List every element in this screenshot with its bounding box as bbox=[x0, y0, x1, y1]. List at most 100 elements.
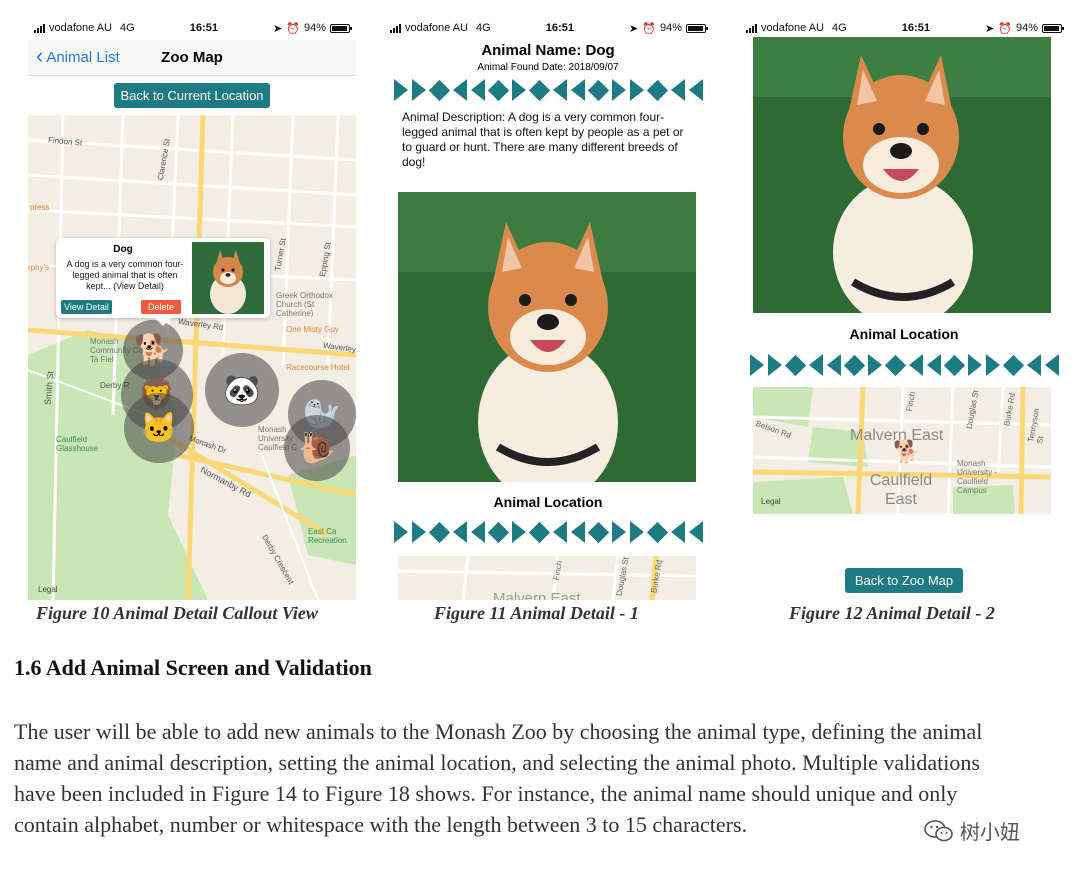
divider-shape bbox=[629, 79, 644, 101]
divider-shape bbox=[867, 354, 882, 376]
callout-title: Dog bbox=[113, 244, 133, 255]
divider-shape bbox=[908, 354, 923, 376]
map-label-racecourse: Racecourse Hotel bbox=[286, 363, 350, 372]
location-heading: Animal Location bbox=[493, 494, 603, 510]
divider-shape bbox=[843, 354, 865, 376]
battery-icon bbox=[1042, 23, 1064, 33]
animal-location-map[interactable]: Belson Rd Finch Douglas St Burke Rd Tenn… bbox=[753, 387, 1051, 514]
divider-shape bbox=[487, 79, 509, 101]
map-marker-cat[interactable]: 🐱 bbox=[124, 393, 194, 463]
divider-shape bbox=[688, 79, 703, 101]
alarm-icon: ⏰ bbox=[642, 22, 656, 35]
location-heading: Animal Location bbox=[849, 326, 959, 342]
current-location-button[interactable]: Back to Current Location bbox=[114, 83, 270, 108]
animal-location-map[interactable]: Finch Douglas St Burke Rd Malvern East bbox=[398, 556, 696, 600]
map-marker-panda[interactable]: 🐼 bbox=[205, 353, 279, 427]
phone-figure-12: vodafone AU 4G 16:51 ➤ ⏰ 94% Animal Loca… bbox=[740, 16, 1068, 600]
time-label: 16:51 bbox=[189, 22, 218, 34]
wechat-icon bbox=[924, 819, 953, 841]
map-legal-link[interactable]: Legal bbox=[761, 497, 781, 506]
divider-shape bbox=[826, 354, 841, 376]
status-bar: vodafone AU 4G 16:51 ➤ ⏰ 94% bbox=[28, 16, 356, 40]
divider-shape bbox=[511, 521, 526, 543]
signal-icon bbox=[390, 23, 401, 33]
animal-callout: Dog A dog is a very common four-legged a… bbox=[56, 238, 270, 326]
location-arrow-icon: ➤ bbox=[273, 22, 283, 35]
carrier-label: vodafone AU bbox=[49, 22, 112, 34]
divider-shape bbox=[670, 79, 685, 101]
callout-description: A dog is a very common four-legged anima… bbox=[66, 259, 184, 291]
dog-photo bbox=[398, 192, 696, 482]
divider-shape bbox=[411, 79, 426, 101]
divider-shape bbox=[629, 521, 644, 543]
callout-dog-photo bbox=[192, 242, 264, 314]
alarm-icon: ⏰ bbox=[998, 22, 1012, 35]
watermark-text: 树小妞 bbox=[960, 822, 1020, 844]
snail-icon: 🐌 bbox=[298, 431, 336, 465]
callout-pointer bbox=[155, 318, 171, 326]
back-label: Animal List bbox=[46, 49, 120, 66]
divider-shape bbox=[428, 521, 450, 543]
divider-shape bbox=[428, 79, 450, 101]
divider-shape bbox=[587, 79, 609, 101]
battery-percent: 94% bbox=[659, 22, 682, 34]
divider-shape bbox=[884, 354, 906, 376]
map-label-caulfield: Caulfield Glasshouse bbox=[56, 435, 99, 453]
divider-shape bbox=[985, 354, 1000, 376]
divider-shape bbox=[552, 79, 567, 101]
divider-shape bbox=[646, 79, 668, 101]
back-to-zoo-map-button[interactable]: Back to Zoo Map bbox=[844, 568, 964, 593]
dog-location-marker-icon[interactable]: 🐕 bbox=[893, 439, 920, 465]
diamond-divider bbox=[384, 78, 712, 102]
diamond-divider-2 bbox=[384, 520, 712, 544]
divider-shape bbox=[528, 79, 550, 101]
map-legal-link[interactable]: Legal bbox=[38, 585, 58, 594]
divider-shape bbox=[570, 521, 585, 543]
carrier-label: vodafone AU bbox=[761, 22, 824, 34]
divider-shape bbox=[1044, 354, 1059, 376]
battery-percent: 94% bbox=[1015, 22, 1038, 34]
dog-photo bbox=[753, 37, 1051, 313]
delete-button[interactable]: Delete bbox=[141, 300, 182, 314]
map-label-one-misty: One Misty Guy bbox=[286, 325, 339, 334]
divider-shape bbox=[670, 521, 685, 543]
divider-shape bbox=[587, 521, 609, 543]
time-label: 16:51 bbox=[545, 22, 574, 34]
map-marker-snail[interactable]: 🐌 bbox=[284, 415, 350, 481]
chevron-left-icon: ‹ bbox=[36, 43, 44, 68]
figure-12-caption: Figure 12 Animal Detail - 2 bbox=[789, 603, 995, 623]
divider-shape bbox=[393, 79, 408, 101]
zoo-map[interactable]: Findon St Clarence St press rphy's Turne… bbox=[28, 115, 356, 600]
animal-description: Animal Description: A dog is a very comm… bbox=[402, 110, 684, 169]
map-label-murphys: rphy's bbox=[28, 263, 50, 272]
battery-icon bbox=[686, 23, 708, 33]
network-label: 4G bbox=[476, 22, 491, 34]
map-label-east-ca: East Ca Recreation bbox=[308, 527, 347, 545]
divider-shape bbox=[808, 354, 823, 376]
divider-shape bbox=[943, 354, 965, 376]
phone-figure-11: vodafone AU 4G 16:51 ➤ ⏰ 94% Animal Name… bbox=[384, 16, 712, 600]
divider-shape bbox=[611, 521, 626, 543]
signal-icon bbox=[746, 23, 757, 33]
view-detail-button[interactable]: View Detail bbox=[61, 300, 112, 314]
navigation-bar: ‹ Animal List Zoo Map bbox=[28, 40, 356, 76]
battery-percent: 94% bbox=[303, 22, 326, 34]
divider-shape bbox=[1002, 354, 1024, 376]
map-label-monash: Monash University - Caulfield Campus bbox=[957, 459, 998, 495]
divider-shape bbox=[552, 521, 567, 543]
divider-shape bbox=[511, 79, 526, 101]
map-label-press: press bbox=[30, 203, 50, 212]
divider-shape bbox=[767, 354, 782, 376]
found-date: Animal Found Date: 2018/09/07 bbox=[477, 62, 619, 73]
divider-shape bbox=[528, 521, 550, 543]
divider-shape bbox=[688, 521, 703, 543]
status-bar: vodafone AU 4G 16:51 ➤ ⏰ 94% bbox=[384, 16, 712, 40]
section-paragraph: The user will be able to add new animals… bbox=[14, 719, 983, 837]
divider-shape bbox=[452, 521, 467, 543]
map-streets bbox=[28, 115, 356, 600]
section-heading: 1.6 Add Animal Screen and Validation bbox=[14, 655, 372, 680]
animal-name: Animal Name: Dog bbox=[481, 42, 615, 59]
back-button[interactable]: ‹ Animal List bbox=[28, 43, 120, 68]
divider-shape bbox=[926, 354, 941, 376]
diamond-divider bbox=[740, 353, 1068, 377]
